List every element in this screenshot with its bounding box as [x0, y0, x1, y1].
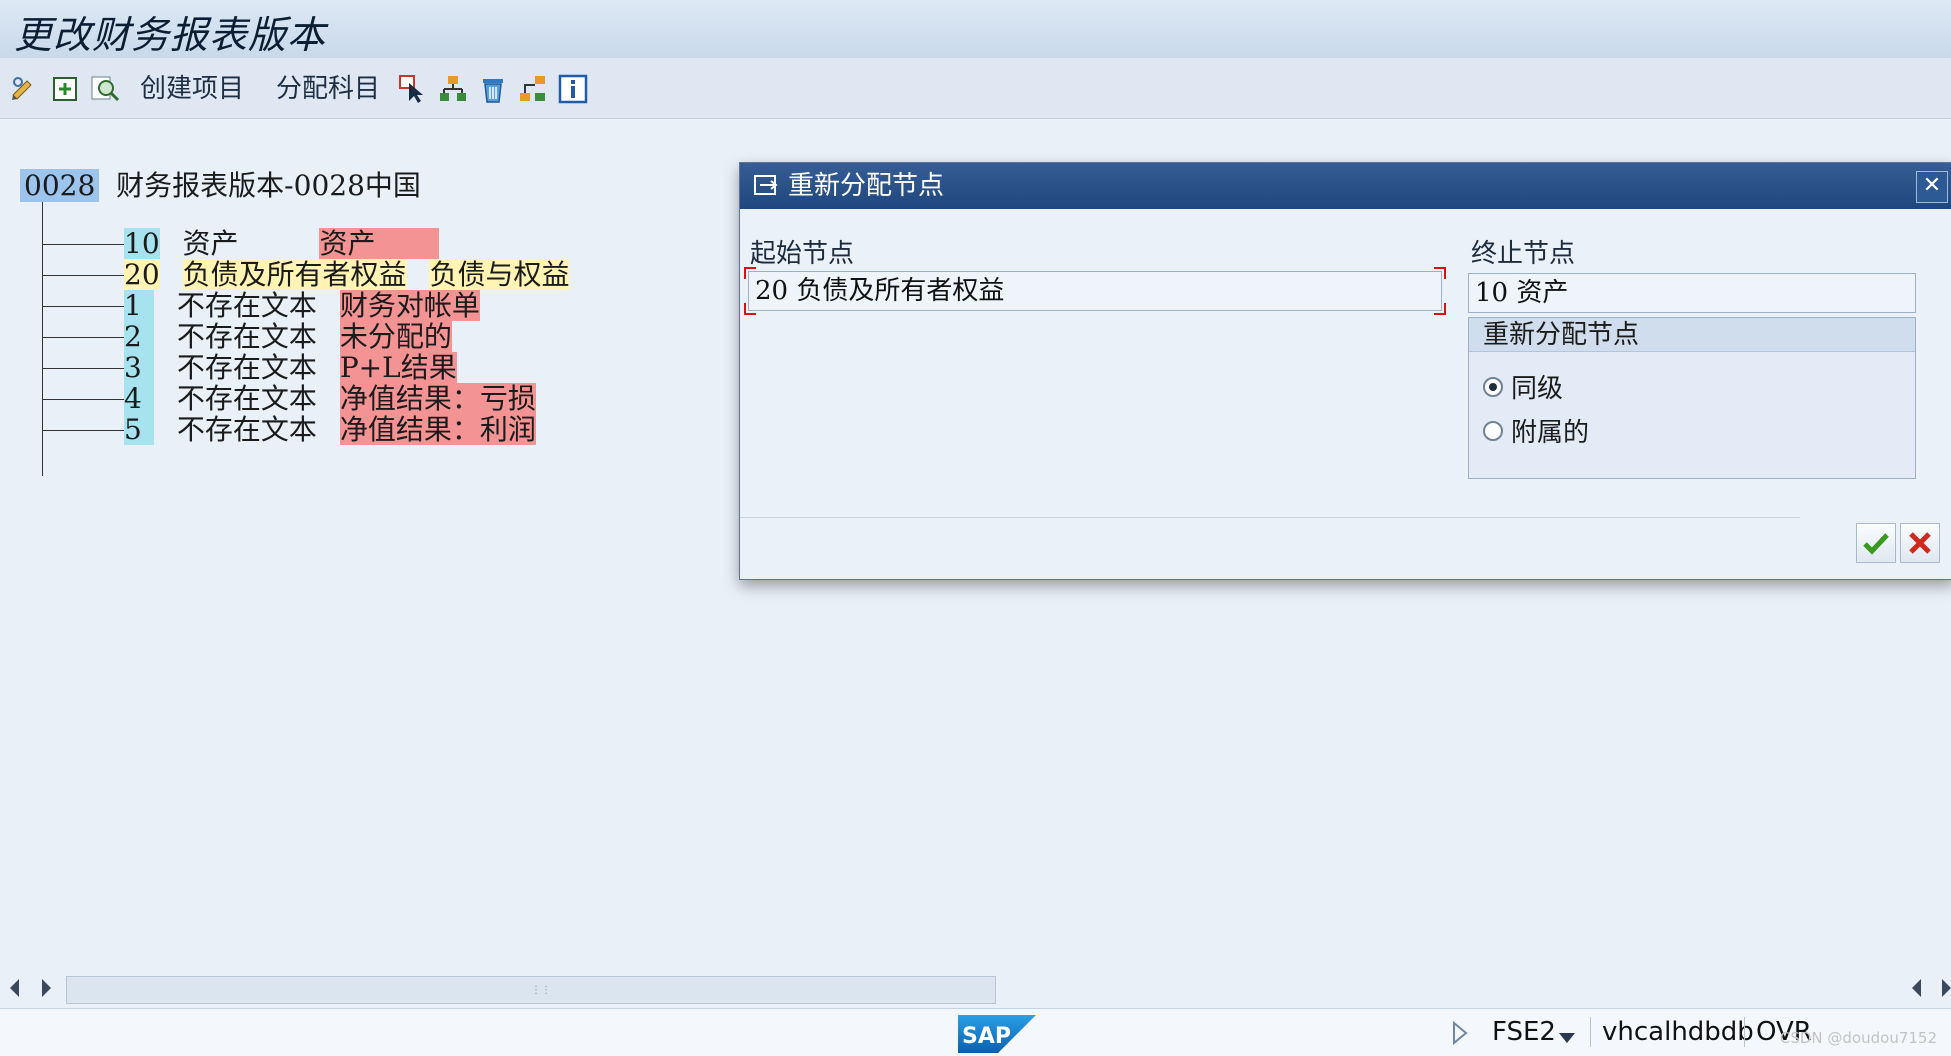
node-code: 4: [124, 383, 154, 414]
node-desc: 未分配的: [339, 320, 452, 353]
tree-branch: [42, 399, 124, 400]
node-text: 不存在文本: [176, 413, 317, 446]
transaction-code[interactable]: FSE2: [1492, 1017, 1556, 1047]
dialog-title: 重新分配节点: [788, 171, 945, 201]
group-title: 重新分配节点: [1469, 318, 1915, 352]
start-node-label: 起始节点: [750, 239, 855, 269]
confirm-button[interactable]: [1856, 523, 1896, 563]
tree-branch: [42, 244, 124, 245]
tree-node-1[interactable]: 1 不存在文本 财务对帐单: [124, 290, 480, 321]
radio-subordinate-label: 附属的: [1511, 418, 1590, 448]
radio-same-level[interactable]: 同级: [1483, 368, 1563, 405]
tree-branch: [42, 430, 124, 431]
grip-icon: ⋮⋮: [531, 985, 551, 996]
scroll-left-icon-right[interactable]: [1912, 979, 1921, 997]
expand-status-icon[interactable]: [1452, 1020, 1468, 1052]
tree-branch: [42, 337, 124, 338]
window-title: 更改财务报表版本: [14, 13, 327, 57]
close-icon: ✕: [1922, 173, 1942, 198]
hierarchy-icon[interactable]: [436, 72, 470, 106]
start-node-field[interactable]: 20 负债及所有者权益: [748, 271, 1442, 311]
end-node-field[interactable]: 10 资产: [1468, 273, 1916, 313]
checkmark-icon: [1863, 533, 1889, 555]
tree-branch: [42, 306, 124, 307]
info-icon[interactable]: [556, 72, 590, 106]
focus-marker: [744, 267, 756, 279]
chevron-down-icon[interactable]: [1558, 1021, 1576, 1051]
cancel-x-icon: [1909, 532, 1931, 554]
tree-node-10[interactable]: 10 资产 资产: [124, 227, 440, 260]
node-desc: 资产: [319, 228, 440, 259]
tree-branch: [42, 275, 124, 276]
assign-accounts-button[interactable]: 分配科目: [276, 72, 380, 106]
node-text: 不存在文本: [176, 320, 317, 353]
tree-node-5[interactable]: 5 不存在文本 净值结果：利润: [124, 414, 536, 445]
scroll-left-icon[interactable]: [10, 979, 19, 997]
sap-logo-icon: SAP: [958, 1015, 1036, 1053]
node-desc: 净值结果：亏损: [339, 382, 536, 415]
application-toolbar: 创建项目 分配科目: [0, 58, 1951, 119]
server-name: vhcalhdbdb: [1602, 1017, 1754, 1047]
dialog-title-bar[interactable]: 重新分配节点 ✕: [740, 163, 1951, 209]
watermark: CSDN @doudou7152: [1779, 1029, 1937, 1047]
create-item-button[interactable]: 创建项目: [140, 72, 244, 106]
end-node-label: 终止节点: [1471, 239, 1576, 269]
node-text: 负债及所有者权益: [182, 258, 407, 291]
tree-node-4[interactable]: 4 不存在文本 净值结果：亏损: [124, 383, 536, 414]
node-text: 不存在文本: [176, 289, 317, 322]
focus-marker: [1434, 303, 1446, 315]
tree-node-2[interactable]: 2 不存在文本 未分配的: [124, 321, 452, 352]
focus-marker: [744, 303, 756, 315]
dialog-window-icon: [754, 175, 778, 195]
root-code: 0028: [20, 169, 100, 202]
radio-button-selected[interactable]: [1483, 376, 1503, 397]
status-separator: [1590, 1017, 1591, 1047]
tree-node-3[interactable]: 3 不存在文本 P+L结果: [124, 352, 457, 383]
node-code: 1: [124, 290, 154, 321]
dialog-close-button[interactable]: ✕: [1916, 171, 1948, 203]
tree-root[interactable]: 0028 财务报表版本-0028中国: [20, 164, 421, 204]
title-bar: 更改财务报表版本: [0, 0, 1951, 59]
node-text: 资产: [182, 227, 239, 260]
tree-branch: [42, 368, 124, 369]
reassign-node-dialog: 重新分配节点 ✕ 起始节点 20 负债及所有者权益 终止节点 10 资产 重新分…: [739, 162, 1951, 580]
find-icon[interactable]: [88, 72, 122, 106]
status-bar: SAP FSE2 vhcalhdbdb OVR CSDN @doudou7152: [0, 1008, 1951, 1056]
reassign-options-group: 重新分配节点 同级 附属的: [1468, 317, 1916, 479]
scroll-thumb[interactable]: ⋮⋮: [66, 976, 996, 1004]
scroll-right-icon[interactable]: [42, 979, 51, 997]
node-code: 3: [124, 352, 154, 383]
expand-subtree-icon[interactable]: [48, 72, 82, 106]
horizontal-scrollbar[interactable]: ⋮⋮: [0, 972, 1951, 1006]
node-text: 不存在文本: [176, 351, 317, 384]
dialog-separator: [740, 517, 1800, 518]
cancel-button[interactable]: [1900, 523, 1940, 563]
radio-button[interactable]: [1483, 420, 1503, 441]
tree-node-20[interactable]: 20 负债及所有者权益 负债与权益: [124, 258, 570, 291]
delete-icon[interactable]: [476, 72, 510, 106]
radio-subordinate[interactable]: 附属的: [1483, 412, 1589, 449]
display-change-icon[interactable]: [8, 72, 42, 106]
node-desc: 负债与权益: [429, 258, 570, 291]
status-separator: [1744, 1017, 1745, 1047]
svg-text:SAP: SAP: [962, 1024, 1011, 1049]
root-label: 财务报表版本-0028中国: [116, 169, 421, 202]
radio-same-level-label: 同级: [1511, 374, 1564, 404]
scroll-right-icon-right[interactable]: [1942, 979, 1951, 997]
node-desc: 净值结果：利润: [339, 413, 536, 446]
reassign-icon[interactable]: [516, 72, 550, 106]
select-cursor-icon[interactable]: [396, 72, 430, 106]
node-desc: P+L结果: [339, 351, 457, 384]
node-code: 5: [124, 414, 154, 445]
node-code: 2: [124, 321, 154, 352]
node-text: 不存在文本: [176, 382, 317, 415]
node-code: 20: [124, 258, 160, 291]
node-desc: 财务对帐单: [339, 289, 480, 322]
focus-marker: [1434, 267, 1446, 279]
node-code: 10: [124, 227, 160, 260]
